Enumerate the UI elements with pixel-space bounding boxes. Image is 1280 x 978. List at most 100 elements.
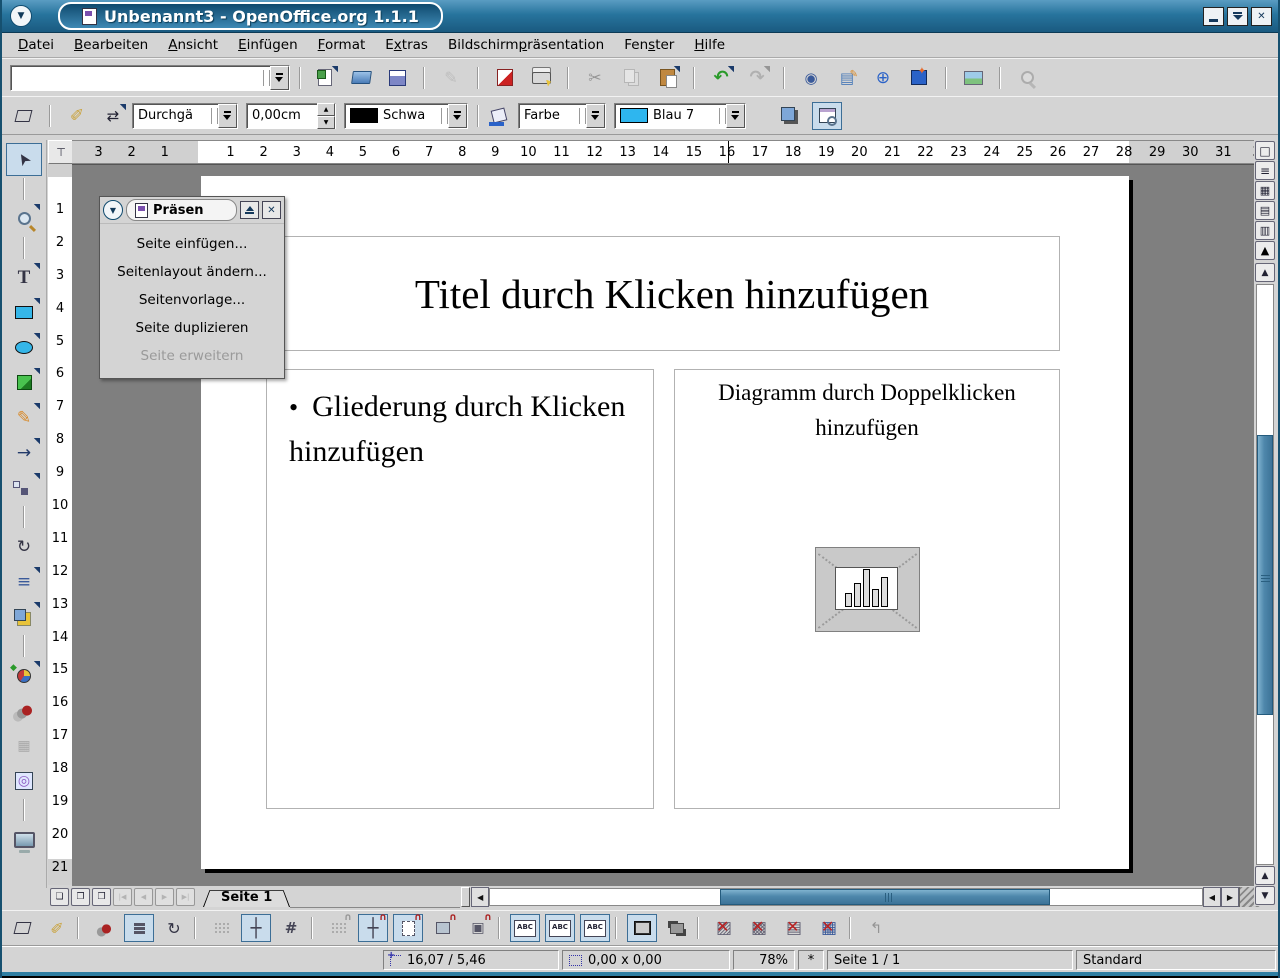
hscroll-right-arrow[interactable]: ▶ xyxy=(1221,887,1239,907)
status-zoom[interactable]: 78% xyxy=(733,950,795,970)
palette-rollup-button[interactable] xyxy=(240,201,259,219)
new-presentation[interactable] xyxy=(310,64,340,92)
horizontal-scrollbar[interactable] xyxy=(489,888,1203,906)
url-dropdown-button[interactable] xyxy=(270,66,289,90)
animation-effects[interactable] xyxy=(6,694,42,727)
palette-title-bar[interactable]: ▼ Präsen ✕ xyxy=(100,197,284,224)
shadow[interactable] xyxy=(774,102,804,130)
line-style-dropdown[interactable] xyxy=(218,104,237,128)
curve[interactable] xyxy=(6,401,42,434)
area-fill-button[interactable] xyxy=(484,102,514,130)
outline-placeholder[interactable]: •Gliederung durch Klicken hinzufügen xyxy=(266,369,654,809)
chart-placeholder[interactable]: Diagramm durch Doppelklicken hinzufügen xyxy=(674,369,1060,809)
spin-down-button[interactable]: ▼ xyxy=(317,116,335,129)
fill-type-dropdown[interactable] xyxy=(586,104,605,128)
line-placeholder[interactable] xyxy=(814,914,844,942)
arrange[interactable] xyxy=(6,600,42,633)
status-template[interactable]: Standard xyxy=(1076,950,1276,970)
undo[interactable] xyxy=(706,64,736,92)
master-mode[interactable] xyxy=(71,888,90,906)
tab-splitter[interactable] xyxy=(461,887,470,907)
edit-points[interactable] xyxy=(7,914,37,942)
menu-item[interactable]: Datei xyxy=(8,35,64,55)
palette-close-button[interactable]: ✕ xyxy=(262,201,281,219)
line-width-spinner[interactable]: 0,00cm ▲ ▼ xyxy=(246,103,336,129)
print[interactable] xyxy=(526,64,556,92)
menu-item[interactable]: Einfügen xyxy=(228,35,308,55)
effects[interactable] xyxy=(6,659,42,692)
line-color-dropdown[interactable] xyxy=(448,104,467,128)
vertical-ruler[interactable]: 123456789101112131415161718192021 xyxy=(48,164,73,885)
zoom-page[interactable] xyxy=(904,64,934,92)
palette-item[interactable]: Seitenvorlage... xyxy=(100,286,284,314)
fill-color-combobox[interactable]: Blau 7 xyxy=(614,103,746,129)
drawing-view[interactable] xyxy=(1255,141,1275,160)
helplines-moving[interactable] xyxy=(276,914,306,942)
outline-view[interactable] xyxy=(1255,161,1275,180)
large-handles[interactable] xyxy=(662,914,692,942)
menu-item[interactable]: Bearbeiten xyxy=(64,35,158,55)
menu-item[interactable]: Ansicht xyxy=(158,35,228,55)
menu-item[interactable]: Format xyxy=(308,35,376,55)
palette-menu-button[interactable]: ▼ xyxy=(103,200,123,220)
styles[interactable] xyxy=(832,64,862,92)
menu-item[interactable]: Fenster xyxy=(614,35,684,55)
alignment[interactable] xyxy=(6,565,42,598)
simple-handles[interactable] xyxy=(627,914,657,942)
hyperlink[interactable] xyxy=(868,64,898,92)
connector[interactable] xyxy=(6,471,42,504)
line-color-combobox[interactable]: Schwa xyxy=(344,103,468,129)
save[interactable] xyxy=(382,64,412,92)
horizontal-ruler[interactable]: 321 123456789101112131415161718192021222… xyxy=(72,140,1258,164)
vscroll-up-arrow[interactable]: ▲ xyxy=(1255,263,1275,282)
slide-page[interactable]: Titel durch Klicken hinzufügen •Gliederu… xyxy=(201,176,1129,869)
select[interactable] xyxy=(6,143,42,176)
slides-view[interactable] xyxy=(1255,181,1275,200)
contour-placeholder[interactable] xyxy=(744,914,774,942)
menu-item[interactable]: Extras xyxy=(375,35,438,55)
vscroll-thumb[interactable] xyxy=(1257,435,1273,715)
quick-edit[interactable] xyxy=(510,914,540,942)
menu-item[interactable]: Bildschirmpräsentation xyxy=(438,35,614,55)
vscroll-up-arrow-2[interactable]: ▲ xyxy=(1255,866,1275,885)
shade-button[interactable] xyxy=(1227,7,1248,26)
vscroll-down-arrow[interactable]: ▼ xyxy=(1255,886,1275,905)
lines-arrows[interactable] xyxy=(6,436,42,469)
line-width-value[interactable]: 0,00cm xyxy=(247,108,317,123)
effects-3d[interactable] xyxy=(6,764,42,797)
design-mode[interactable] xyxy=(812,102,842,130)
minimize-button[interactable] xyxy=(1203,7,1224,26)
snap-to-margins[interactable] xyxy=(393,914,423,942)
page-tab[interactable]: Seite 1 xyxy=(203,887,290,907)
open-folder[interactable] xyxy=(346,64,376,92)
hscroll-thumb[interactable] xyxy=(720,889,1050,905)
window-menu-button[interactable]: ▼ xyxy=(10,5,32,27)
hscroll-left-arrow[interactable]: ◀ xyxy=(471,887,489,907)
notes-view[interactable] xyxy=(1255,201,1275,220)
ruler-corner[interactable]: ⊤ xyxy=(48,140,74,164)
line-style-combobox[interactable]: Durchgä xyxy=(132,103,238,129)
select-text-area[interactable] xyxy=(545,914,575,942)
menu-item[interactable]: Hilfe xyxy=(684,35,735,55)
export-pdf[interactable] xyxy=(490,64,520,92)
gallery[interactable] xyxy=(958,64,988,92)
snap-to-object-border[interactable] xyxy=(428,914,458,942)
ellipse[interactable] xyxy=(6,331,42,364)
text[interactable] xyxy=(6,261,42,294)
page-mode[interactable] xyxy=(50,888,69,906)
glue-points[interactable] xyxy=(42,914,72,942)
zoom[interactable] xyxy=(6,202,42,235)
handout-view[interactable] xyxy=(1255,221,1275,240)
objects-3d[interactable] xyxy=(6,366,42,399)
url-combobox[interactable] xyxy=(10,65,290,91)
allow-interaction[interactable] xyxy=(124,914,154,942)
title-placeholder[interactable]: Titel durch Klicken hinzufügen xyxy=(284,236,1060,351)
palette-item[interactable]: Seite einfügen... xyxy=(100,230,284,258)
spin-up-button[interactable]: ▲ xyxy=(317,103,335,116)
palette-item[interactable]: Seitenlayout ändern... xyxy=(100,258,284,286)
close-button[interactable]: ✕ xyxy=(1251,7,1272,26)
double-click-edit-text[interactable] xyxy=(580,914,610,942)
layer-mode[interactable] xyxy=(92,888,111,906)
snap-to-helplines[interactable] xyxy=(358,914,388,942)
show-helplines[interactable] xyxy=(241,914,271,942)
